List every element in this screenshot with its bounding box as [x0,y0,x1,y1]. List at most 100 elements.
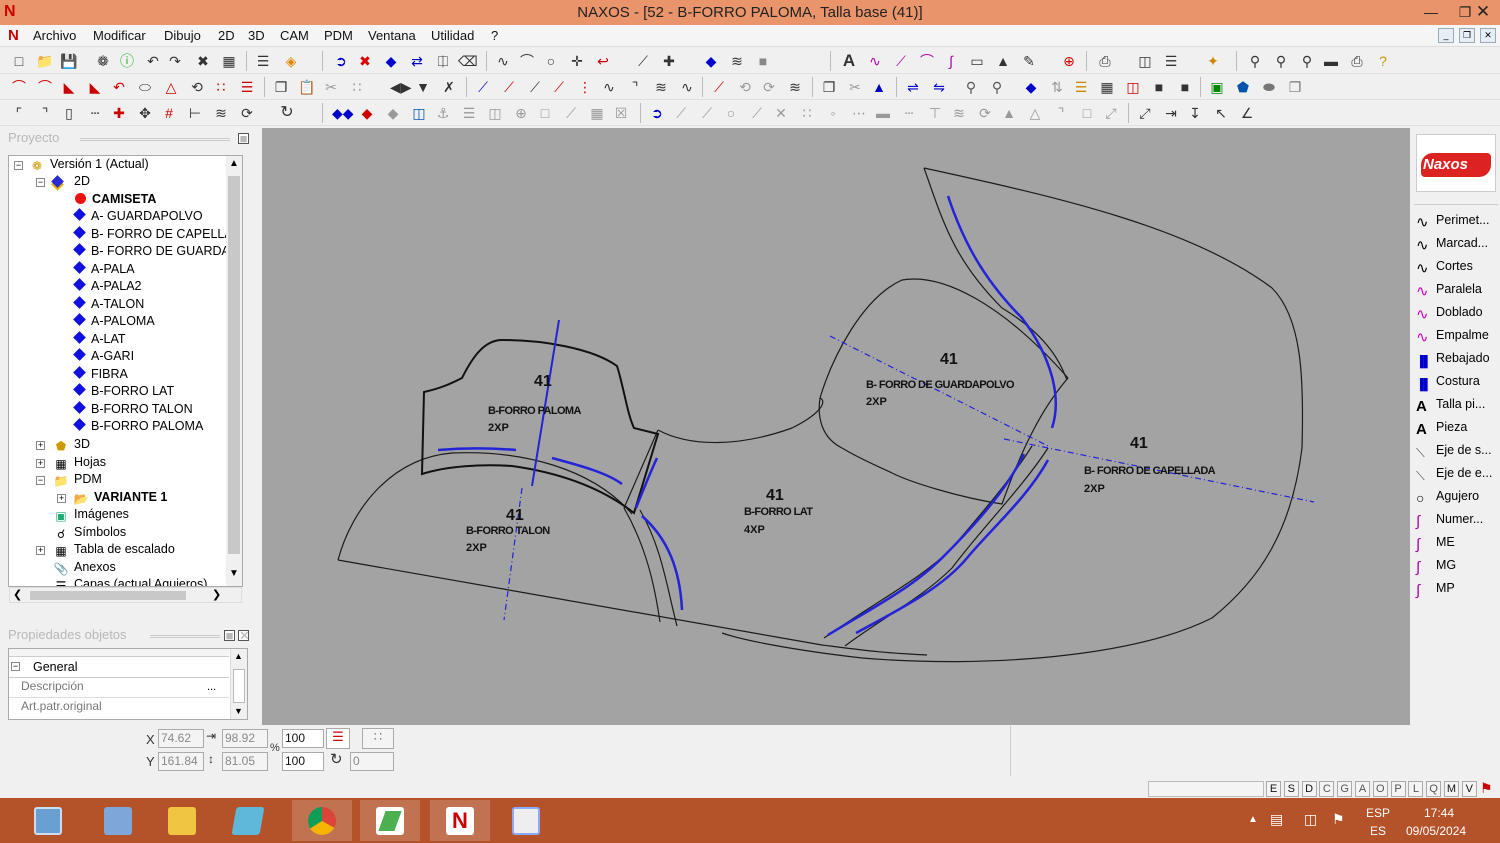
ellipse-icon[interactable]: ⬭ [136,78,154,96]
paste-icon[interactable]: 📋 [298,78,316,96]
mirror-icon[interactable]: ⇄ [408,52,426,70]
menu-modificar[interactable]: Modificar [93,28,146,43]
tool-11[interactable]: ⟍ Eje de s... [1416,440,1492,460]
hash-icon[interactable]: # [160,104,178,122]
art-patr-field[interactable] [113,699,223,716]
tree-horizontal-scrollbar[interactable]: ❮ ❯ [9,587,242,603]
mdi-restore-icon[interactable]: ❐ [1459,28,1475,43]
rotate-left-icon[interactable]: ⟲ [736,78,754,96]
tree-piece-item[interactable]: B- FORRO DE GUARDA [73,243,230,260]
expand-hojas-icon[interactable]: + [36,459,45,468]
tool-12[interactable]: ⟍ Eje de e... [1416,463,1492,483]
menu-help[interactable]: ? [491,28,498,43]
delete-icon[interactable]: ✖ [194,52,212,70]
status-toggle-d[interactable]: D [1301,781,1317,797]
status-toggle-o[interactable]: O [1372,781,1388,797]
status-toggle-a[interactable]: A [1355,781,1370,797]
redo-icon[interactable]: ↷ [166,52,184,70]
dotted-line-icon[interactable]: ⋯ [850,104,868,122]
panel-pin-icon[interactable]: ■ [238,132,249,145]
tool-8[interactable]: ▐▌ Costura [1416,371,1480,391]
status-flag-icon[interactable]: ⚑ [1480,780,1493,797]
wave-icon[interactable]: ≋ [728,52,746,70]
page-icon[interactable]: ◫ [1136,52,1154,70]
trim-icon[interactable]: ✂ [846,78,864,96]
menu-pdm[interactable]: PDM [324,28,353,43]
circle-grey-icon[interactable]: ○ [722,104,740,122]
properties-pin-icon[interactable]: ■ [224,629,235,642]
tree-piece-item[interactable]: A-PALA2 [73,278,142,295]
move-piece-icon[interactable]: ➲ [332,52,350,70]
wave-cut-icon[interactable]: ≋ [786,78,804,96]
piece-outline-icon[interactable]: ▯ [60,104,78,122]
squiggle-icon[interactable]: ≋ [950,104,968,122]
tree-vertical-scrollbar[interactable]: ▲ ▼ [226,156,242,586]
status-toggle-l[interactable]: L [1408,781,1424,797]
printer-icon[interactable]: ⎙ [1348,52,1366,70]
tree-item-camiseta[interactable]: CAMISETA [75,191,156,208]
info-icon[interactable]: ⓘ [118,52,136,70]
bracket-icon[interactable]: ⌝ [1052,104,1070,122]
arc-left-icon[interactable]: ⌒ [10,78,28,96]
rectangle-icon[interactable]: ▭ [968,52,986,70]
tree-node-hojas[interactable]: ▦ Hojas [53,454,106,471]
tray-language-2[interactable]: ES [1370,824,1386,838]
layers-icon[interactable]: ☰ [254,52,272,70]
paint-icon[interactable]: ◈ [282,52,300,70]
flip-h-icon[interactable]: ◀▶ [390,78,412,96]
scroll-right-icon[interactable]: ❯ [212,588,221,601]
cluster-icon[interactable]: ∷ [798,104,816,122]
status-toggle-g[interactable]: G [1337,781,1353,797]
curve-dbl-icon[interactable]: ≋ [652,78,670,96]
smooth-icon[interactable]: ∿ [678,78,696,96]
nest-remove-icon[interactable]: ◆ [358,104,376,122]
dimension-corner-icon[interactable]: ↖ [1212,104,1230,122]
menu-cam[interactable]: CAM [280,28,309,43]
help-icon[interactable]: ? [1374,52,1392,70]
taskbar-file-explorer[interactable] [152,800,212,841]
dashed-icon[interactable]: ┄ [86,104,104,122]
slash-icon[interactable]: ⟋ [672,104,690,122]
block-icon[interactable]: ■ [754,52,772,70]
tree-piece-item[interactable]: A-PALOMA [73,313,155,330]
corner-left-icon[interactable]: ⌜ [10,104,28,122]
arc-icon[interactable]: ⌒ [518,52,536,70]
scroll-left-icon[interactable]: ❮ [13,588,22,601]
tool-4[interactable]: ∿ Paralela [1416,279,1482,300]
cut-icon[interactable]: ✂ [322,78,340,96]
anchor-icon[interactable]: ⚓ [434,104,452,122]
dimension-h-icon[interactable]: ⇥ [1162,104,1180,122]
tool-15[interactable]: ∫ ME [1416,532,1455,553]
dart-icon[interactable]: ◣ [60,78,78,96]
taskbar-naxos[interactable]: N [430,800,490,841]
tool-2[interactable]: ∿ Marcad... [1416,233,1488,254]
tray-language-1[interactable]: ESP [1366,806,1390,820]
frame-icon[interactable]: □ [536,104,554,122]
tree-root[interactable]: ❁ Versión 1 (Actual) [29,156,149,173]
status-toggle-s[interactable]: S [1283,781,1299,797]
measure-grey-icon[interactable]: ⟋ [562,104,580,122]
tray-app-icon[interactable]: ▤ [1270,811,1283,828]
point-icon[interactable]: ◆ [702,52,720,70]
nest-icon[interactable]: ◆◆ [332,104,354,122]
tray-date[interactable]: 09/05/2024 [1406,824,1466,838]
tray-expand-icon[interactable]: ▲ [1248,814,1258,825]
delta-icon[interactable]: △ [1026,104,1044,122]
taskbar-chrome[interactable] [292,800,352,841]
properties-scrollbar[interactable]: ▲ ▼ [230,649,247,719]
tree-node-simbolos[interactable]: ☌ Símbolos [53,524,126,541]
t-icon[interactable]: ⊤ [926,104,944,122]
rotate-shape-icon[interactable]: ⟲ [188,78,206,96]
bezier-icon[interactable]: ∫ [942,52,960,70]
undo-icon[interactable]: ↶ [144,52,162,70]
align-h-icon[interactable]: ☰ [460,104,478,122]
swap-icon[interactable]: ▲ [870,78,888,96]
tree-node-anexos[interactable]: 📎 Anexos [53,559,116,576]
angle-icon[interactable]: ∠ [1238,104,1256,122]
status-toggle-q[interactable]: Q [1426,781,1442,797]
descripcion-more-button[interactable]: ... [207,681,216,693]
export-icon[interactable]: ⎅ [434,52,452,70]
corner-right-icon[interactable]: ⌝ [36,104,54,122]
copy-icon[interactable]: ❐ [272,78,290,96]
tool-1[interactable]: ∿ Perimet... [1416,210,1490,231]
